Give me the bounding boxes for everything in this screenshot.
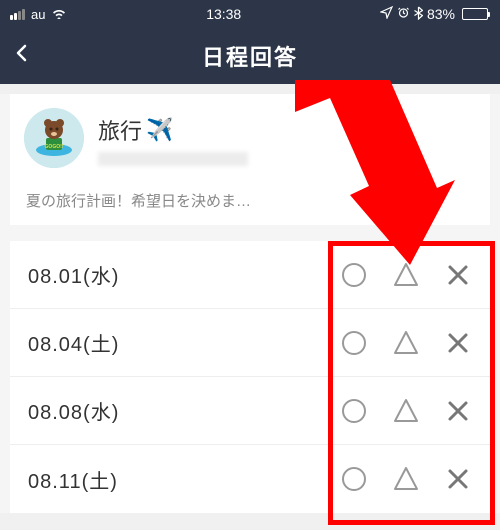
event-card: GOGO!! 旅行 ✈️ 夏の旅行計画！希望日を決めま… xyxy=(10,94,490,225)
event-description: 夏の旅行計画！希望日を決めま… xyxy=(10,182,490,225)
vote-maybe-button[interactable] xyxy=(392,261,420,289)
signal-icon xyxy=(10,9,25,20)
back-button[interactable] xyxy=(12,42,32,70)
bluetooth-icon xyxy=(414,6,423,23)
date-row: 08.01(水) xyxy=(10,241,490,309)
date-label: 08.01(水) xyxy=(28,260,119,289)
alarm-icon xyxy=(397,6,410,22)
date-row: 08.04(土) xyxy=(10,309,490,377)
status-right: 83% xyxy=(380,6,490,23)
status-time: 13:38 xyxy=(206,6,241,22)
svg-text:GOGO!!: GOGO!! xyxy=(45,144,64,150)
vote-yes-button[interactable] xyxy=(340,329,368,357)
status-left: au xyxy=(10,6,67,22)
wifi-icon xyxy=(51,6,67,22)
nav-bar: 日程回答 xyxy=(0,28,500,84)
avatar: GOGO!! xyxy=(24,108,84,168)
vote-options xyxy=(340,329,472,357)
event-title-text: 旅行 xyxy=(98,114,142,146)
vote-maybe-button[interactable] xyxy=(392,465,420,493)
vote-maybe-button[interactable] xyxy=(392,329,420,357)
vote-no-button[interactable] xyxy=(444,329,472,357)
status-bar: au 13:38 83% xyxy=(0,0,500,28)
location-icon xyxy=(380,6,393,22)
vote-no-button[interactable] xyxy=(444,397,472,425)
content: GOGO!! 旅行 ✈️ 夏の旅行計画！希望日を決めま… 08.01(水) 0 xyxy=(0,94,500,513)
vote-yes-button[interactable] xyxy=(340,465,368,493)
date-label: 08.08(水) xyxy=(28,396,119,425)
vote-options xyxy=(340,465,472,493)
date-row: 08.11(土) xyxy=(10,445,490,513)
date-list: 08.01(水) 08.04(土) 08.08(水) 08 xyxy=(10,241,490,513)
date-label: 08.11(土) xyxy=(28,465,118,494)
blurred-text xyxy=(98,152,248,166)
date-row: 08.08(水) xyxy=(10,377,490,445)
vote-options xyxy=(340,397,472,425)
event-header: GOGO!! 旅行 ✈️ xyxy=(10,94,490,182)
carrier-label: au xyxy=(31,7,45,22)
vote-yes-button[interactable] xyxy=(340,261,368,289)
vote-options xyxy=(340,261,472,289)
vote-no-button[interactable] xyxy=(444,465,472,493)
airplane-icon: ✈️ xyxy=(146,117,173,143)
page-title: 日程回答 xyxy=(0,40,500,72)
battery-label: 83% xyxy=(427,6,455,22)
vote-yes-button[interactable] xyxy=(340,397,368,425)
event-title: 旅行 ✈️ xyxy=(98,114,248,146)
vote-maybe-button[interactable] xyxy=(392,397,420,425)
vote-no-button[interactable] xyxy=(444,261,472,289)
date-label: 08.04(土) xyxy=(28,328,119,357)
battery-icon xyxy=(459,8,490,20)
